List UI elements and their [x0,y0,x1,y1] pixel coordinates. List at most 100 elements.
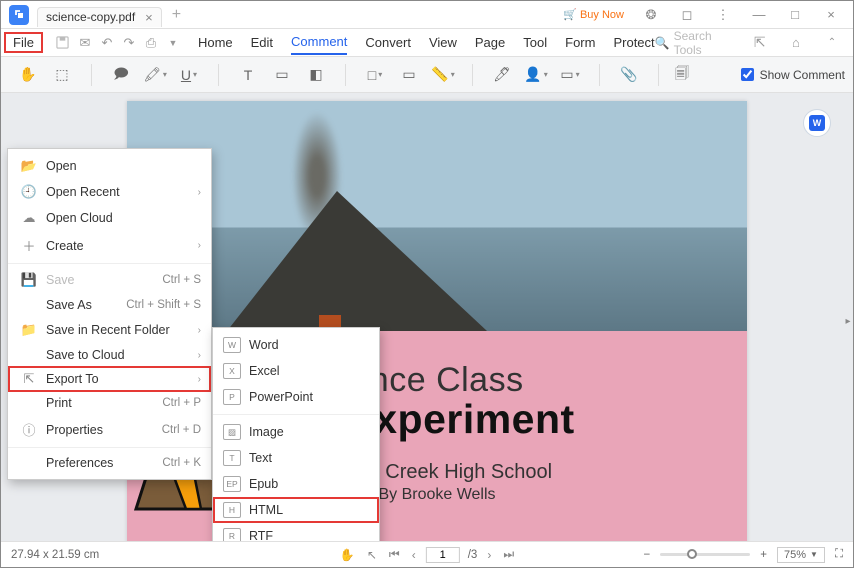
hand-tool-icon[interactable]: ✋ [15,62,41,88]
menu-tab-convert[interactable]: Convert [365,31,411,54]
menubar: File ✉ ↶ ↷ ⎙ ▼ Home Edit Comment Convert Vie… [1,29,853,57]
save-icon: 💾 [20,272,38,288]
prev-page-button[interactable]: ‹ [410,548,418,562]
file-menu-preferences[interactable]: PreferencesCtrl + K [8,451,211,475]
show-comment-toggle[interactable]: Show Comment [741,68,845,82]
fit-page-icon[interactable]: ⛶ [835,548,843,561]
export-powerpoint[interactable]: PPowerPoint [213,384,379,410]
file-menu-open-cloud[interactable]: ☁Open Cloud [8,205,211,231]
menu-item-label: Save to Cloud [46,348,125,362]
menu-tab-protect[interactable]: Protect [613,31,654,54]
export-html[interactable]: HHTML [213,497,379,523]
file-menu-export-to[interactable]: ⇱Export To› [8,366,211,392]
document-viewport[interactable]: ence Class ic Experiment Willow Creek Hi… [1,93,853,541]
zoom-in-button[interactable]: + [760,549,767,561]
share-icon[interactable]: ⇱ [747,29,773,57]
file-menu-button[interactable]: File [4,32,43,53]
page-number-input[interactable] [426,547,460,563]
export-image[interactable]: ▨Image [213,419,379,445]
document-tab[interactable]: science-copy.pdf × [37,7,162,27]
underline-icon[interactable]: U▾ [176,62,202,88]
eraser-icon[interactable]: ▭▾ [557,62,583,88]
window-maximize-button[interactable]: □ [781,1,809,29]
menu-tab-edit[interactable]: Edit [251,31,273,54]
menu-item-label: Save in Recent Folder [46,323,170,337]
redo-icon[interactable]: ↷ [118,32,140,54]
notification-icon[interactable]: ◻ [673,1,701,29]
help-icon[interactable]: ⌂ [783,29,809,57]
buy-now-button[interactable]: 🛒 Buy Now [558,5,629,24]
stamp-icon[interactable]: 🖊 [489,62,515,88]
page-total: /3 [468,549,478,561]
search-tools-input[interactable]: 🔍 Search Tools [655,29,737,57]
sidebar-expand-handle[interactable]: ▸ [843,313,853,329]
export-item-label: PowerPoint [249,390,313,404]
comment-toolbar: ✋ ⬚ 🗩 🖍▾ U▾ T ▭ ◧ □▾ ▭ 📏▾ 🖊 👤▾ ▭▾ 📎 [1,57,853,93]
file-menu-save-as[interactable]: Save AsCtrl + Shift + S [8,293,211,317]
export-item-label: RTF [249,529,273,541]
stamp2-icon[interactable]: 👤▾ [523,62,549,88]
save-icon[interactable] [52,32,74,54]
measure-icon[interactable]: 📏▾ [430,62,456,88]
menu-tabs: Home Edit Comment Convert View Page Tool Form Pr… [198,30,655,55]
file-menu-save-in-recent-folder[interactable]: 📁Save in Recent Folder› [8,317,211,343]
shortcut-label: Ctrl + D [162,424,201,436]
kebab-menu-icon[interactable]: ⋮ [709,1,737,29]
note-icon[interactable]: 🗩 [108,62,134,88]
window-close-button[interactable]: × [817,1,845,29]
zoom-level-select[interactable]: 75% ▼ [777,547,825,563]
menu-tab-tool[interactable]: Tool [523,31,547,54]
tab-close-icon[interactable]: × [145,10,153,25]
shape-line-icon[interactable]: ▭ [396,62,422,88]
export-epub[interactable]: EPEpub [213,471,379,497]
menu-tab-comment[interactable]: Comment [291,30,347,55]
file-menu-save-to-cloud[interactable]: Save to Cloud › [8,343,211,367]
mail-icon[interactable]: ✉ [74,32,96,54]
search-icon: 🔍 [655,36,670,50]
area-highlight-icon[interactable]: ◧ [303,62,329,88]
next-page-button[interactable]: › [485,548,493,562]
export-rtf[interactable]: R RTF [213,523,379,541]
export-word[interactable]: WWord [213,332,379,358]
file-menu-open-recent[interactable]: 🕘Open Recent› [8,179,211,205]
highlight-icon[interactable]: 🖍▾ [142,62,168,88]
first-page-button[interactable]: ⏮ [387,547,402,562]
text-format-icon: T [223,450,241,466]
excel-format-icon: X [223,363,241,379]
shape-rect-icon[interactable]: □▾ [362,62,388,88]
print-icon[interactable]: ⎙ [140,32,162,54]
cursor-mode-icon[interactable]: ↖ [365,548,379,562]
menu-tab-home[interactable]: Home [198,31,233,54]
qat-dropdown-icon[interactable]: ▼ [162,32,184,54]
zoom-out-button[interactable]: − [644,549,651,561]
new-tab-button[interactable]: + [172,6,181,24]
select-tool-icon[interactable]: ⬚ [49,62,75,88]
file-menu-create[interactable]: ＋Create› [8,231,211,260]
comments-panel-icon[interactable]: 🗐 [669,62,695,88]
menu-tab-view[interactable]: View [429,31,457,54]
chevron-right-icon: › [198,240,201,251]
compass-icon[interactable]: ❂ [637,1,665,29]
export-text[interactable]: TText [213,445,379,471]
collapse-ribbon-icon[interactable]: ⌃ [819,29,845,57]
undo-icon[interactable]: ↶ [96,32,118,54]
export-excel[interactable]: XExcel [213,358,379,384]
file-menu-open[interactable]: 📂Open [8,153,211,179]
file-menu-print[interactable]: PrintCtrl + P [8,391,211,415]
menu-tab-form[interactable]: Form [565,31,595,54]
separator [218,64,219,86]
shortcut-label: Ctrl + K [162,457,201,469]
text-box-icon[interactable]: T [235,62,261,88]
file-menu-properties[interactable]: ⓘPropertiesCtrl + D [8,415,211,444]
last-page-button[interactable]: ⏭ [501,547,516,562]
convert-to-word-badge[interactable]: W [803,109,831,137]
hand-mode-icon[interactable]: ✋ [338,548,357,562]
chevron-right-icon: › [198,350,201,361]
text-callout-icon[interactable]: ▭ [269,62,295,88]
show-comment-checkbox[interactable] [741,68,754,81]
window-minimize-button[interactable]: — [745,1,773,29]
rtf-format-icon: R [223,528,241,541]
menu-tab-page[interactable]: Page [475,31,505,54]
zoom-slider[interactable] [660,553,750,556]
attachment-icon[interactable]: 📎 [616,62,642,88]
